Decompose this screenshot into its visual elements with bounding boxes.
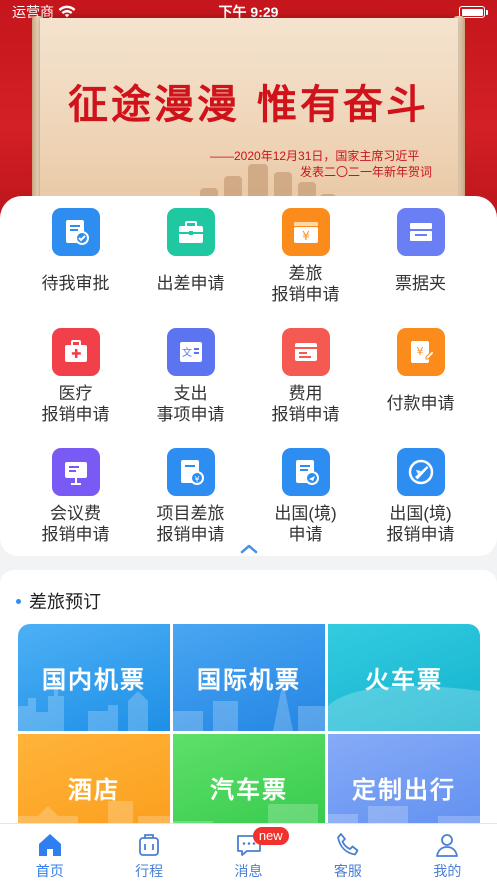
expense-doc-icon: 文 xyxy=(166,328,215,376)
function-label: 项目差旅 报销申请 xyxy=(156,504,225,544)
travel-booking-section: 差旅预订 国内机票 国际机票 火车票 酒店 汽车票 定制出行 xyxy=(0,570,497,841)
function-travel-reimbursement[interactable]: ¥ 差旅 报销申请 xyxy=(248,208,363,328)
banner-quote-line2: 发表二〇二一年新年贺词 xyxy=(299,165,432,179)
tab-profile[interactable]: 我的 xyxy=(398,824,497,883)
tab-label: 首页 xyxy=(35,863,64,879)
section-title-text: 差旅预订 xyxy=(29,592,101,612)
abroad-doc-icon xyxy=(281,448,330,496)
tile-label: 国际机票 xyxy=(197,667,301,694)
tile-label: 汽车票 xyxy=(210,777,288,804)
svg-text:¥: ¥ xyxy=(194,475,199,484)
function-pending-approval[interactable]: 待我审批 xyxy=(18,208,133,328)
function-label: 支出 事项申请 xyxy=(156,384,225,424)
tab-messages[interactable]: new 消息 xyxy=(199,824,298,883)
function-label: 票据夹 xyxy=(395,274,446,293)
tile-label: 火车票 xyxy=(365,667,443,694)
function-label: 会议费 报销申请 xyxy=(41,504,110,544)
user-icon xyxy=(436,834,459,857)
collapse-arrow-icon[interactable] xyxy=(236,540,262,558)
function-medical-reimbursement[interactable]: 医疗 报销申请 xyxy=(18,328,133,448)
home-icon xyxy=(38,834,61,856)
function-meeting-reimbursement[interactable]: 会议费 报销申请 xyxy=(18,448,133,568)
payment-ticket-icon: ¥ xyxy=(396,328,445,376)
function-abroad-application[interactable]: 出国(境) 申请 xyxy=(248,448,363,568)
tile-label: 定制出行 xyxy=(352,777,456,804)
tab-label: 客服 xyxy=(333,863,362,879)
tab-label: 消息 xyxy=(234,863,263,879)
booking-train-ticket[interactable]: 火车票 xyxy=(328,624,480,731)
function-ticket-folder[interactable]: 票据夹 xyxy=(363,208,478,328)
svg-text:¥: ¥ xyxy=(416,345,423,358)
banner-slogan: 征途漫漫 惟有奋斗 xyxy=(68,81,429,128)
tile-label: 酒店 xyxy=(68,777,120,804)
banner-quote-line1: ——2020年12月31日，国家主席习近平 xyxy=(210,149,420,163)
luggage-icon xyxy=(139,834,160,856)
tab-home[interactable]: 首页 xyxy=(0,824,99,883)
function-label: 差旅 报销申请 xyxy=(271,264,340,304)
function-label: 待我审批 xyxy=(41,274,110,293)
wallet-yuan-icon: ¥ xyxy=(281,208,330,256)
function-label: 费用 报销申请 xyxy=(271,384,340,424)
function-abroad-reimbursement[interactable]: 出国(境) 报销申请 xyxy=(363,448,478,568)
project-yuan-icon: ¥ xyxy=(166,448,215,496)
wifi-icon xyxy=(58,5,76,18)
title-dot xyxy=(16,598,21,604)
banner-quote: ——2020年12月31日，国家主席习近平 发表二〇二一年新年贺词 xyxy=(210,148,432,180)
tab-label: 我的 xyxy=(433,863,462,879)
function-grid: 待我审批 出差申请 ¥ 差旅 报销申请 票据夹 医疗 报销申请 文 支出 事项申… xyxy=(0,196,497,556)
invoice-icon xyxy=(281,328,330,376)
function-fee-reimbursement[interactable]: 费用 报销申请 xyxy=(248,328,363,448)
bottom-tab-bar: 首页 行程 new 消息 客服 我的 xyxy=(0,823,497,883)
ticket-folder-icon xyxy=(396,208,445,256)
function-payment-application[interactable]: ¥ 付款申请 xyxy=(363,328,478,448)
approval-icon xyxy=(51,208,100,256)
tab-customer-service[interactable]: 客服 xyxy=(298,824,397,883)
tab-itinerary[interactable]: 行程 xyxy=(99,824,198,883)
function-label: 出国(境) 申请 xyxy=(274,504,337,544)
phone-icon xyxy=(337,833,359,856)
function-trip-application[interactable]: 出差申请 xyxy=(133,208,248,328)
svg-text:文: 文 xyxy=(182,346,192,359)
section-title: 差旅预订 xyxy=(16,588,101,614)
function-label: 出国(境) 报销申请 xyxy=(386,504,455,544)
function-expense-application[interactable]: 文 支出 事项申请 xyxy=(133,328,248,448)
function-project-travel-reimbursement[interactable]: ¥ 项目差旅 报销申请 xyxy=(133,448,248,568)
function-label: 医疗 报销申请 xyxy=(41,384,110,424)
medical-kit-icon xyxy=(51,328,100,376)
briefcase-icon xyxy=(166,208,215,256)
svg-text:¥: ¥ xyxy=(302,229,310,243)
tile-label: 国内机票 xyxy=(42,667,146,694)
presentation-icon xyxy=(51,448,100,496)
tab-label: 行程 xyxy=(135,863,164,879)
booking-domestic-flight[interactable]: 国内机票 xyxy=(18,624,170,731)
plane-circle-icon xyxy=(396,448,445,496)
function-label: 付款申请 xyxy=(386,394,455,413)
function-label: 出差申请 xyxy=(156,274,225,293)
booking-international-flight[interactable]: 国际机票 xyxy=(173,624,325,731)
new-message-badge: new xyxy=(252,827,289,845)
